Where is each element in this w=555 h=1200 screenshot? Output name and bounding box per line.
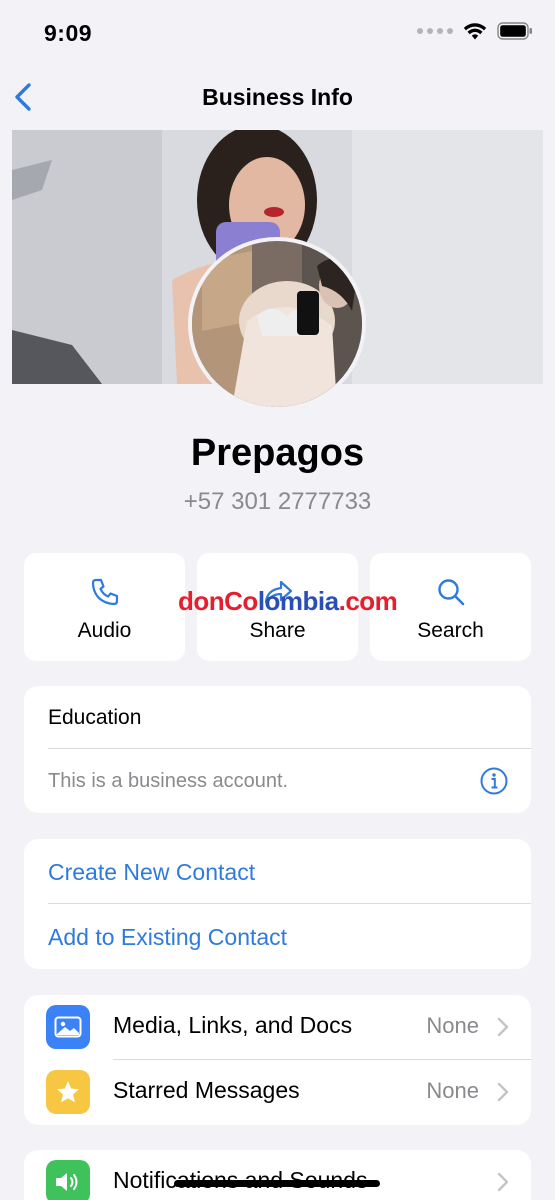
- media-links-docs-row[interactable]: Media, Links, and Docs None: [24, 995, 531, 1060]
- audio-call-button[interactable]: Audio: [24, 553, 185, 661]
- search-icon: [437, 579, 464, 606]
- media-card: Media, Links, and Docs None Starred Mess…: [24, 995, 531, 1125]
- star-icon: [46, 1070, 90, 1114]
- avatar[interactable]: [188, 237, 366, 411]
- notifications-row[interactable]: Notifications and Sounds: [24, 1150, 531, 1200]
- nav-bar: Business Info: [0, 70, 555, 126]
- business-account-note: This is a business account.: [48, 770, 289, 792]
- media-count: None: [426, 1013, 479, 1038]
- avatar-photo: [192, 241, 362, 407]
- chevron-right-icon: [497, 1172, 509, 1192]
- battery-icon: [497, 22, 532, 40]
- speaker-icon: [46, 1160, 90, 1200]
- info-icon[interactable]: [479, 766, 509, 796]
- home-indicator: [174, 1180, 380, 1187]
- divider: [48, 903, 531, 904]
- starred-count: None: [426, 1078, 479, 1103]
- status-bar: 9:09: [0, 0, 555, 70]
- contact-actions-card: Create New Contact Add to Existing Conta…: [24, 839, 531, 969]
- starred-messages-label: Starred Messages: [113, 1077, 300, 1103]
- phone-icon: [91, 578, 118, 606]
- add-to-existing-contact-link[interactable]: Add to Existing Contact: [48, 924, 287, 951]
- signal-dots-icon: [417, 28, 453, 34]
- starred-messages-row[interactable]: Starred Messages None: [24, 1060, 531, 1124]
- chevron-right-icon: [497, 1082, 509, 1102]
- notifications-card: Notifications and Sounds: [24, 1150, 531, 1200]
- divider: [48, 748, 531, 749]
- media-links-docs-label: Media, Links, and Docs: [113, 1012, 353, 1038]
- business-info-card: Education This is a business account.: [24, 686, 531, 813]
- profile-phone: +57 301 2777733: [183, 488, 372, 515]
- audio-label: Audio: [77, 619, 132, 642]
- watermark-logo: donColombia.com: [178, 586, 398, 616]
- chevron-right-icon: [497, 1017, 509, 1037]
- share-label: Share: [249, 619, 306, 642]
- wifi-icon: [463, 23, 487, 40]
- profile-name: Prepagos: [190, 432, 365, 474]
- business-category: Education: [48, 706, 142, 729]
- page-title: Business Info: [202, 84, 353, 110]
- status-icons: [417, 22, 533, 40]
- photo-icon: [46, 1005, 90, 1049]
- create-new-contact-link[interactable]: Create New Contact: [48, 859, 255, 886]
- search-label: Search: [417, 619, 484, 642]
- status-time: 9:09: [44, 20, 93, 46]
